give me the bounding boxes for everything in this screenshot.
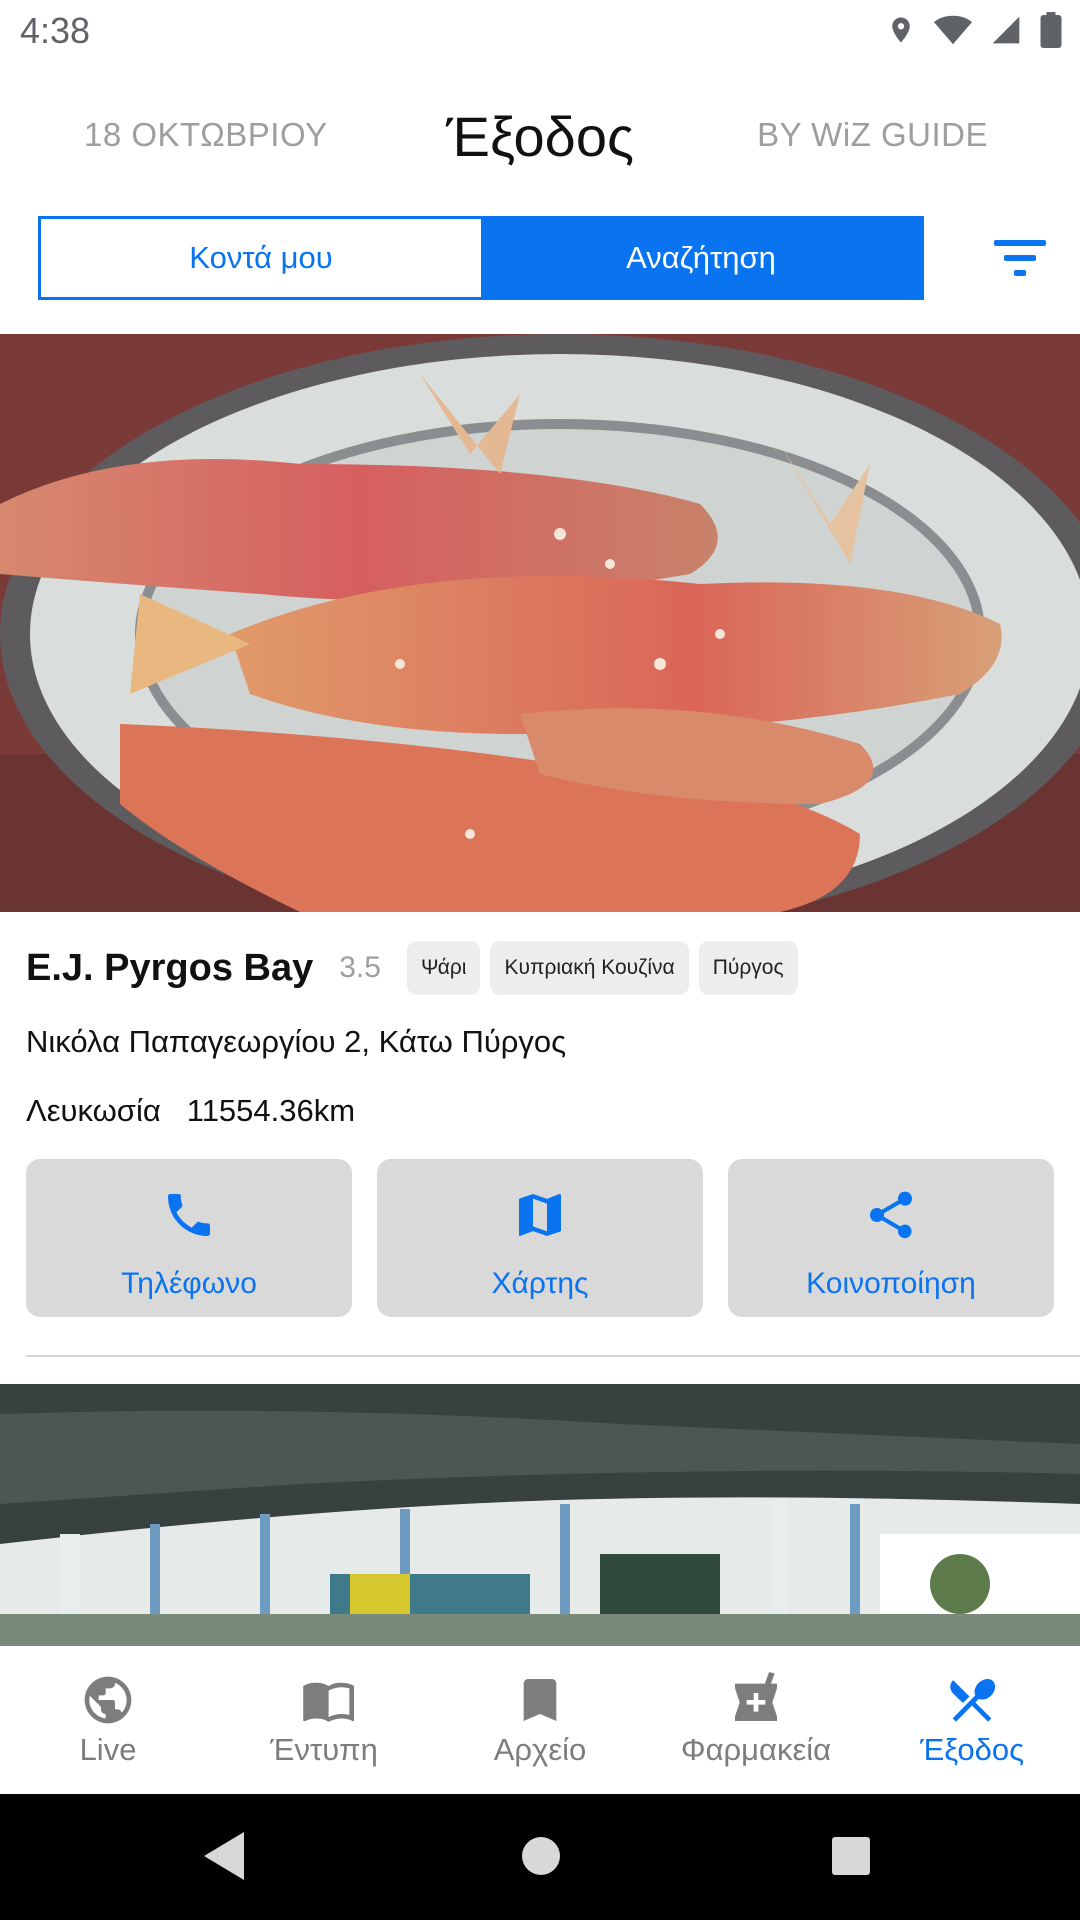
venue-photo[interactable]: [0, 334, 1080, 912]
recents-icon[interactable]: [830, 1830, 872, 1882]
header: 18 ΟΚΤΩΒΡΙΟΥ Έξοδος BY WiZ GUIDE: [0, 96, 1080, 180]
phone-icon: [168, 1194, 210, 1236]
map-button[interactable]: Χάρτης: [377, 1159, 703, 1317]
venue-actions: Τηλέφωνο Χάρτης Κοινοποίηση: [26, 1159, 1054, 1317]
venue-photo[interactable]: [0, 1384, 1080, 1646]
bottom-nav: Live Έντυπη Αρχείο Φαρμακεία Έξοδος: [0, 1646, 1080, 1794]
card-divider: [26, 1355, 1080, 1357]
status-time: 4:38: [20, 10, 91, 51]
status-bar: 4:38: [0, 0, 1080, 64]
share-icon: [870, 1191, 912, 1239]
segmented-control: Κοντά μου Αναζήτηση: [38, 216, 924, 300]
nav-item-outings[interactable]: Έξοδος: [864, 1646, 1080, 1794]
venue-tags: Ψάρι Κυπριακή Κουζίνα Πύργος: [406, 941, 798, 995]
nav-item-print[interactable]: Έντυπη: [216, 1646, 432, 1794]
phone-button-label: Τηλέφωνο: [121, 1267, 257, 1300]
restaurant-icon: [950, 1678, 996, 1722]
search-tab[interactable]: Αναζήτηση: [481, 219, 921, 297]
battery-icon: [1040, 12, 1062, 48]
header-brand[interactable]: BY WiZ GUIDE: [757, 116, 988, 154]
venue-city: Λευκωσία: [26, 1093, 161, 1128]
system-nav-bar: [0, 1794, 1080, 1920]
nav-label-outings: Έξοδος: [919, 1732, 1025, 1767]
pharmacy-icon: [735, 1672, 777, 1721]
filter-icon: [994, 240, 1046, 276]
tag-chip: Κυπριακή Κουζίνα: [490, 941, 689, 995]
app-screen: 4:38 18 ΟΚΤΩΒΡΙΟΥ Έξοδος BY WiZ GUIDE Κο…: [0, 0, 1080, 1920]
nav-label-live: Live: [79, 1732, 137, 1767]
phone-button[interactable]: Τηλέφωνο: [26, 1159, 352, 1317]
nav-label-archive: Αρχείο: [493, 1732, 587, 1767]
tag-chip: Ψάρι: [406, 941, 481, 995]
map-button-label: Χάρτης: [491, 1267, 589, 1300]
location-icon: [892, 17, 910, 43]
status-icons: [886, 12, 1062, 48]
nav-item-pharmacies[interactable]: Φαρμακεία: [648, 1646, 864, 1794]
signal-icon: [992, 16, 1020, 44]
restaurant-terrace-photo: [0, 1384, 1080, 1646]
back-icon[interactable]: [202, 1830, 246, 1882]
bookmark-icon: [523, 1679, 557, 1721]
venue-rating: 3.5: [339, 951, 381, 984]
book-icon: [303, 1682, 354, 1722]
home-icon[interactable]: [520, 1830, 562, 1882]
filter-button[interactable]: [990, 236, 1050, 280]
share-button[interactable]: Κοινοποίηση: [728, 1159, 1054, 1317]
venue-distance: 11554.36km: [186, 1093, 356, 1128]
nav-label-pharmacies: Φαρμακεία: [680, 1732, 832, 1767]
venue-name[interactable]: E.J. Pyrgos Bay: [26, 947, 313, 990]
nav-item-archive[interactable]: Αρχείο: [432, 1646, 648, 1794]
near-me-tab[interactable]: Κοντά μου: [41, 219, 481, 297]
venue-address: Νικόλα Παπαγεωργίου 2, Κάτω Πύργος: [26, 1024, 567, 1059]
share-button-label: Κοινοποίηση: [806, 1267, 976, 1300]
fried-fish-photo: [0, 334, 1080, 912]
globe-icon: [84, 1676, 132, 1724]
map-icon: [519, 1194, 561, 1236]
venue-meta: Λευκωσία 11554.36km: [26, 1093, 355, 1129]
wifi-icon: [934, 15, 972, 45]
nav-label-print: Έντυπη: [270, 1732, 378, 1767]
tag-chip: Πύργος: [698, 941, 798, 995]
venue-title-row: E.J. Pyrgos Bay 3.5 Ψάρι Κυπριακή Κουζίν…: [26, 940, 798, 996]
nav-item-live[interactable]: Live: [0, 1646, 216, 1794]
